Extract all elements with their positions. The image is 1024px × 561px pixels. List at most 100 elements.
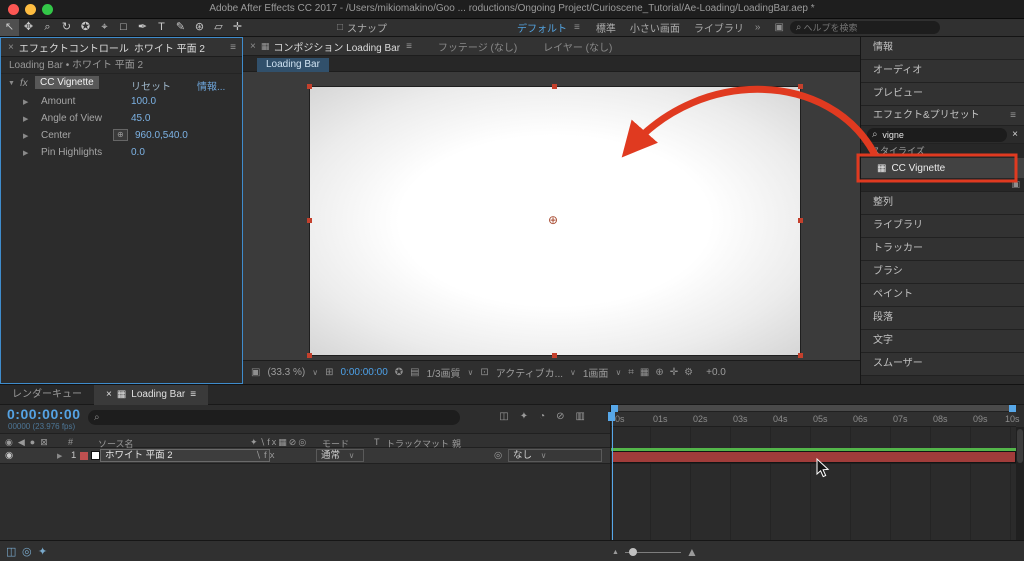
panel-menu-icon[interactable]: ≡ <box>230 42 236 53</box>
effects-search-input[interactable] <box>880 129 1002 141</box>
search-mode-icon[interactable]: ▣ <box>774 22 783 33</box>
effect-name[interactable]: CC Vignette <box>35 76 99 89</box>
new-preset-icon[interactable]: ▣ <box>1011 179 1020 190</box>
scrollbar-thumb[interactable] <box>1017 429 1023 463</box>
workspace-standard[interactable]: 標準 <box>596 20 616 35</box>
selection-handle[interactable] <box>307 353 312 358</box>
workspace-small-screen[interactable]: 小さい画面 <box>630 20 680 35</box>
minimize-window-button[interactable] <box>25 4 36 15</box>
current-timecode[interactable]: 0:00:00:00 <box>7 406 81 422</box>
selection-handle[interactable] <box>307 218 312 223</box>
twirl-icon[interactable]: ▶ <box>23 115 28 123</box>
resolution-value[interactable]: 1/3画質 <box>427 365 461 380</box>
layer-visibility-icon[interactable]: ◉ <box>5 450 13 461</box>
selection-handle[interactable] <box>798 84 803 89</box>
zoom-tool[interactable]: ⌕ <box>38 19 57 36</box>
panel-menu-icon[interactable]: ≡ <box>190 385 196 405</box>
layer-switches[interactable]: ∖fx <box>255 450 277 461</box>
camera-tool[interactable]: ✪ <box>76 19 95 36</box>
pan-behind-tool[interactable]: ⌖ <box>95 19 114 36</box>
panel-tab-paragraph[interactable]: 段落 <box>861 307 1024 330</box>
parent-dropdown[interactable]: なし ∨ <box>508 449 602 462</box>
zoom-out-mountain-icon[interactable]: ▲ <box>612 549 619 556</box>
view-layout-selector[interactable]: 1画面 <box>583 365 609 380</box>
viewer-tab-loading-bar[interactable]: Loading Bar <box>257 58 329 72</box>
zoom-in-mountain-icon[interactable]: ▲ <box>686 545 698 559</box>
type-tool[interactable]: T <box>152 19 171 36</box>
panel-tab-tracker[interactable]: トラッカー <box>861 238 1024 261</box>
layer-duration-bar[interactable] <box>612 451 1016 463</box>
workspace-libraries[interactable]: ライブラリ <box>694 20 744 35</box>
property-value[interactable]: 100.0 <box>131 96 156 107</box>
track-background[interactable] <box>611 427 1016 540</box>
property-value[interactable]: 45.0 <box>131 113 150 124</box>
exposure-value[interactable]: +0.0 <box>706 367 726 378</box>
help-search-input[interactable] <box>802 22 934 34</box>
effects-search-box[interactable]: ⌕ <box>867 128 1007 142</box>
snap-checkbox[interactable]: □ <box>337 22 343 33</box>
panel-menu-icon[interactable]: ≡ <box>1010 106 1016 125</box>
workspace-default[interactable]: デフォルト <box>517 20 567 35</box>
panel-menu-icon[interactable]: ≡ <box>406 41 412 52</box>
selection-handle[interactable] <box>798 353 803 358</box>
puppet-pin-tool[interactable]: ✛ <box>228 19 247 36</box>
composition-viewport[interactable]: ⊕ <box>243 72 860 360</box>
panel-tab-info[interactable]: 情報 <box>861 37 1024 60</box>
render-queue-tab[interactable]: レンダーキュー <box>0 385 94 405</box>
clear-search-icon[interactable]: × <box>1012 129 1018 140</box>
panel-tab-align[interactable]: 整列 <box>861 192 1024 215</box>
timeline-toggle-icon-3[interactable]: ✦ <box>38 545 47 558</box>
time-ruler[interactable]: 0s 01s 02s 03s 04s 05s 06s 07s 08s 09s 1… <box>611 412 1016 427</box>
rotation-tool[interactable]: ↻ <box>57 19 76 36</box>
timeline-zoom-handle[interactable] <box>629 548 637 556</box>
workspace-menu-icon[interactable]: ≡ <box>574 22 580 33</box>
workspace-overflow-icon[interactable]: » <box>755 22 761 33</box>
panel-tab-paint[interactable]: ペイント <box>861 284 1024 307</box>
playhead-handle[interactable] <box>608 412 615 421</box>
effect-twirl-icon[interactable]: ▼ <box>8 80 15 87</box>
panel-tab-character[interactable]: 文字 <box>861 330 1024 353</box>
effect-controls-tab[interactable]: エフェクトコントロール <box>19 40 129 55</box>
close-window-button[interactable] <box>8 4 19 15</box>
timeline-toggle-icon-2[interactable]: ◎ <box>22 545 32 558</box>
panel-tab-preview[interactable]: プレビュー <box>861 83 1024 106</box>
mask-shape-tool[interactable]: □ <box>114 19 133 36</box>
pen-tool[interactable]: ✒ <box>133 19 152 36</box>
twirl-icon[interactable]: ▶ <box>23 149 28 157</box>
layer-twirl-icon[interactable]: ▶ <box>57 452 62 460</box>
grid-guides-icon[interactable]: ⊞ <box>325 367 333 378</box>
layer-row-1[interactable]: ◉ ▶ 1 ホワイト 平面 2 ∖fx 通常 ∨ ◎ なし ∨ <box>0 448 610 464</box>
current-time-display[interactable]: 0:00:00:00 <box>341 367 388 378</box>
about-button[interactable]: 情報... <box>197 78 225 93</box>
panel-tab-effects-presets[interactable]: ≡ エフェクト&プリセット <box>861 106 1024 126</box>
layer-name[interactable]: ホワイト 平面 2 <box>100 449 270 462</box>
panel-tab-audio[interactable]: オーディオ <box>861 60 1024 83</box>
work-area-start-handle[interactable] <box>611 405 618 412</box>
effects-result-cc-vignette[interactable]: ▦ CC Vignette <box>861 158 1024 178</box>
composition-tab[interactable]: コンポジション Loading Bar <box>273 39 400 54</box>
brush-tool[interactable]: ✎ <box>171 19 190 36</box>
close-panel-icon[interactable]: × <box>250 41 256 52</box>
zoom-window-button[interactable] <box>42 4 53 15</box>
work-area-bar[interactable] <box>611 405 1016 412</box>
layer-tab[interactable]: レイヤー (なし) <box>543 39 612 54</box>
anchor-point-icon[interactable]: ⊕ <box>548 213 558 227</box>
twirl-icon[interactable]: ▶ <box>23 98 28 106</box>
composition-canvas[interactable]: ⊕ <box>310 87 800 355</box>
close-panel-icon[interactable]: × <box>106 385 112 405</box>
panel-tab-smoother[interactable]: スムーザー <box>861 353 1024 376</box>
fx-badge-icon[interactable]: fx <box>20 78 28 89</box>
eraser-tool[interactable]: ▱ <box>209 19 228 36</box>
effects-category-stylize[interactable]: スタイライズ <box>861 144 1024 158</box>
snapshot-icon[interactable]: ✪ <box>395 367 403 378</box>
timeline-vertical-scrollbar[interactable] <box>1016 427 1024 540</box>
timeline-view-icons[interactable]: ◫✦◔⊘▥ <box>499 411 596 422</box>
work-area-end-handle[interactable] <box>1009 405 1016 412</box>
selection-handle[interactable] <box>552 353 557 358</box>
view-options-icon[interactable]: ▣ <box>251 367 260 378</box>
timeline-comp-tab[interactable]: × ▦ Loading Bar ≡ <box>94 385 208 405</box>
magnification-value[interactable]: (33.3 %) <box>267 367 305 378</box>
selection-handle[interactable] <box>552 84 557 89</box>
timeline-track-area[interactable]: 0s 01s 02s 03s 04s 05s 06s 07s 08s 09s 1… <box>610 405 1024 540</box>
viewer-misc-icons[interactable]: ⌗▦⊕✛⚙ <box>628 367 699 378</box>
